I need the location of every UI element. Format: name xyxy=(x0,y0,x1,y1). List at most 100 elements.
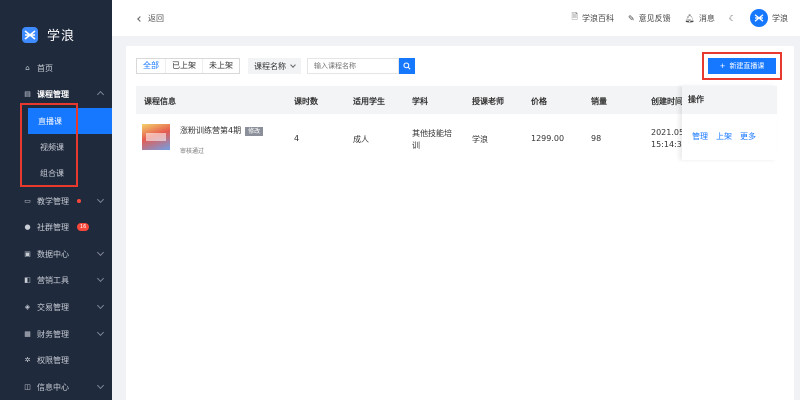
created-date: 2021.05 xyxy=(651,128,685,137)
lesson-count: 4 xyxy=(294,134,300,143)
feedback-label: 意见反馈 xyxy=(638,13,671,23)
sidebar-item-label: 数据中心 xyxy=(37,249,69,259)
target-students: 成人 xyxy=(353,135,369,144)
user-name: 学浪 xyxy=(772,13,788,23)
back-label: 返回 xyxy=(148,14,164,23)
tab-listed[interactable]: 已上架 xyxy=(166,59,203,73)
chevron-down-icon xyxy=(96,301,105,310)
column-header: 课程信息 xyxy=(144,97,176,106)
edit-icon: ✎ xyxy=(627,13,635,23)
column-header: 适用学生 xyxy=(353,97,385,106)
moon-icon: ☾ xyxy=(728,13,736,23)
teaching-icon: ▭ xyxy=(24,196,31,205)
list-icon: ▤ xyxy=(24,89,31,98)
sidebar-item-label: 信息中心 xyxy=(37,382,69,392)
course-title-wrap: 涨粉训练营第4期 修改 xyxy=(180,125,264,136)
review-status: 审核通过 xyxy=(180,148,205,155)
sidebar-item-community[interactable]: ● 社群管理 16 xyxy=(0,214,112,240)
top-right-actions: 🗎 学浪百科 ✎ 意见反馈 🔔︎ 消息 ☾ 学浪 xyxy=(572,9,788,27)
chevron-down-icon xyxy=(96,328,105,337)
chevron-down-icon xyxy=(96,381,105,390)
theme-toggle[interactable]: ☾ xyxy=(729,14,736,23)
sidebar-item-home[interactable]: ⌂ 首页 xyxy=(0,55,112,81)
new-live-course-label: 新建直播课 xyxy=(729,62,765,70)
count-badge: 16 xyxy=(77,223,90,231)
chevron-left-icon xyxy=(137,15,143,22)
column-header: 销量 xyxy=(591,97,607,106)
sidebar-subitem-live-course[interactable]: 直播课 xyxy=(28,108,112,134)
sidebar-item-data-center[interactable]: ▣ 数据中心 xyxy=(0,241,112,267)
sidebar-item-transactions[interactable]: ◈ 交易管理 xyxy=(0,294,112,320)
column-header: 课时数 xyxy=(294,97,318,106)
feedback-link[interactable]: ✎ 意见反馈 xyxy=(628,13,671,24)
document-icon: 🗎 xyxy=(571,12,578,21)
baike-link[interactable]: 🗎 学浪百科 xyxy=(572,11,614,25)
user-menu[interactable]: 学浪 xyxy=(750,9,788,27)
table-row: 涨粉训练营第4期 修改 审核通过 4 成人 其他技能培训 学浪 1299.00 9… xyxy=(136,114,776,160)
sidebar-item-teaching[interactable]: ▭ 教学管理 xyxy=(0,188,112,214)
sidebar-item-label: 财务管理 xyxy=(37,329,69,339)
sidebar-item-label: 首页 xyxy=(37,63,53,73)
operations-column: 操作 管理 上架 更多 xyxy=(682,86,777,160)
column-header: 价格 xyxy=(531,97,547,106)
chevron-down-icon xyxy=(96,274,105,283)
search-field-select[interactable]: 课程名称 xyxy=(248,58,301,74)
sidebar-item-finance[interactable]: ▦ 财务管理 xyxy=(0,321,112,347)
chevron-up-icon xyxy=(96,90,105,99)
teacher: 学浪 xyxy=(472,135,488,144)
sidebar-subitem-video-course[interactable]: 视频课 xyxy=(30,134,112,160)
row-actions: 管理 上架 更多 xyxy=(682,114,777,142)
highlight-box-new-course: + 新建直播课 xyxy=(702,52,782,80)
sidebar-item-info-center[interactable]: ◫ 信息中心 xyxy=(0,374,112,400)
chevron-down-icon xyxy=(290,62,296,68)
filter-bar: 全部 已上架 未上架 课程名称 xyxy=(136,58,415,74)
course-thumbnail[interactable] xyxy=(142,124,170,150)
top-bar: 返回 🗎 学浪百科 ✎ 意见反馈 🔔︎ 消息 ☾ 学浪 xyxy=(112,0,800,36)
column-header: 授课老师 xyxy=(472,97,504,106)
community-icon: ● xyxy=(24,222,31,231)
tab-unlisted[interactable]: 未上架 xyxy=(203,59,239,73)
table-header: 课程信息 课时数 适用学生 学科 授课老师 价格 销量 创建时间 xyxy=(136,86,776,114)
sales-count: 98 xyxy=(591,134,602,143)
home-icon: ⌂ xyxy=(25,63,30,72)
column-header: 创建时间 xyxy=(651,97,683,106)
course-title[interactable]: 涨粉训练营第4期 xyxy=(180,126,241,135)
search-button[interactable] xyxy=(399,58,415,74)
back-link[interactable]: 返回 xyxy=(137,13,164,24)
sidebar-item-course-management[interactable]: ▤ 课程管理 xyxy=(0,81,112,107)
finance-icon: ▦ xyxy=(24,329,31,338)
sidebar-subitem-label: 直播课 xyxy=(38,116,62,126)
tab-all[interactable]: 全部 xyxy=(137,59,166,73)
sidebar-item-label: 社群管理 xyxy=(37,222,69,232)
data-icon: ▣ xyxy=(24,249,31,258)
marketing-icon: ◧ xyxy=(24,275,31,284)
sidebar-item-label: 课程管理 xyxy=(37,89,69,99)
sidebar: 学浪 ⌂ 首页 ▤ 课程管理 直播课 视频课 组合课 ▭ 教学管理 ● 社群管理… xyxy=(0,0,112,400)
sidebar-item-permissions[interactable]: ✲ 权限管理 xyxy=(0,347,112,373)
chevron-down-icon xyxy=(96,248,105,257)
app-name: 学浪 xyxy=(47,29,76,44)
new-live-course-button[interactable]: + 新建直播课 xyxy=(708,58,776,74)
column-header: 学科 xyxy=(412,97,428,106)
sidebar-item-label: 交易管理 xyxy=(37,302,69,312)
search-icon xyxy=(403,62,411,70)
transaction-icon: ◈ xyxy=(24,302,31,311)
manage-link[interactable]: 管理 xyxy=(692,131,708,142)
search-input[interactable] xyxy=(307,58,399,74)
sidebar-subitem-bundle-course[interactable]: 组合课 xyxy=(30,160,112,186)
plus-icon: + xyxy=(719,62,726,70)
messages-link[interactable]: 🔔︎ 消息 xyxy=(685,13,715,24)
more-link[interactable]: 更多 xyxy=(740,131,756,142)
sidebar-subitem-label: 视频课 xyxy=(40,142,64,152)
sidebar-subitem-label: 组合课 xyxy=(40,168,64,178)
logo[interactable]: 学浪 xyxy=(22,25,75,44)
notification-dot xyxy=(77,199,81,203)
column-header-operations: 操作 xyxy=(682,86,777,114)
search-field-label: 课程名称 xyxy=(254,61,286,71)
sidebar-item-label: 权限管理 xyxy=(37,355,69,365)
gear-icon: ✲ xyxy=(24,355,31,364)
publish-link[interactable]: 上架 xyxy=(716,131,732,142)
info-icon: ◫ xyxy=(24,382,31,391)
course-list-card: 全部 已上架 未上架 课程名称 + 新建直播课 课程信息 课时数 适用学生 学科… xyxy=(126,46,794,400)
sidebar-item-marketing[interactable]: ◧ 营销工具 xyxy=(0,267,112,293)
